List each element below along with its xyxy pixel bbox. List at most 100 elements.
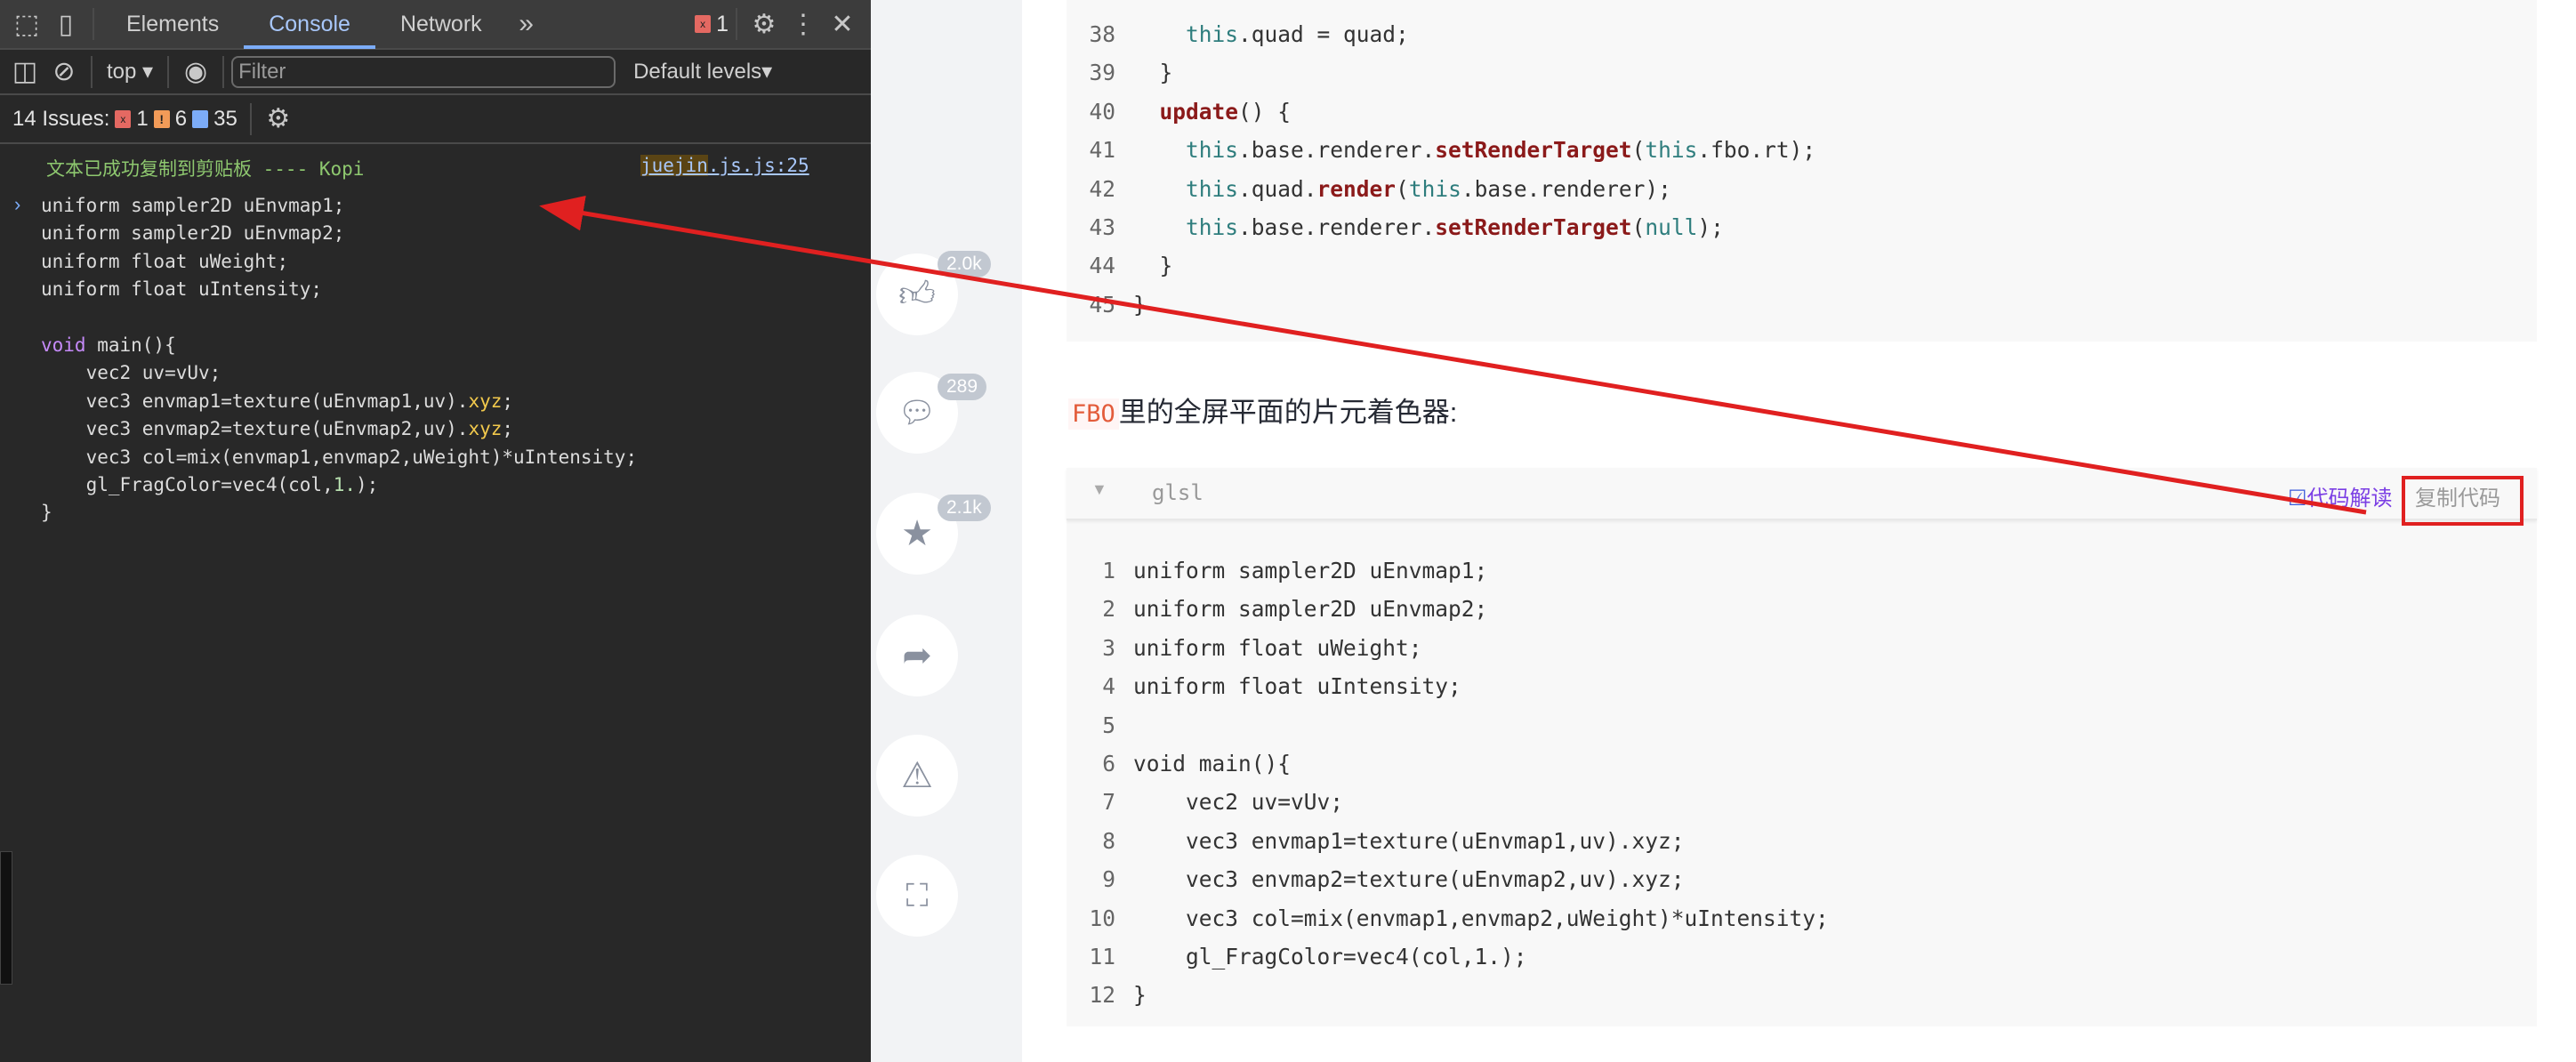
line-number: 3: [1102, 634, 1115, 661]
code-token: this: [1186, 175, 1239, 202]
code-token: xyz: [468, 390, 503, 412]
line-number: 41: [1089, 137, 1115, 164]
code-line: 10 vec3 col=mix(envmap1,envmap2,uWeight)…: [1067, 899, 1829, 937]
code-line: 8 vec3 envmap1=texture(uEnvmap1,uv).xyz;: [1067, 822, 1829, 860]
code-token: this: [1186, 21, 1239, 47]
code-line: 5: [1067, 706, 1829, 744]
inline-code: FBO: [1068, 398, 1119, 430]
device-toolbar-icon[interactable]: ▯: [46, 4, 85, 44]
inspect-element-icon[interactable]: ⬚: [7, 4, 46, 44]
line-code: }: [1133, 53, 1173, 92]
code-block: 38 this.quad = quad; 39 } 40 update() {41 …: [1067, 0, 2537, 342]
code-token: this: [1645, 137, 1698, 164]
devtools-panel: ⬚ ▯ Elements Console Network » x 1 ⚙ ⋮ ✕…: [0, 0, 871, 1062]
more-tabs-icon[interactable]: »: [507, 4, 546, 44]
source-highlight: juejin: [640, 155, 708, 176]
error-counter[interactable]: x 1: [695, 12, 729, 37]
section-heading: FBO 里的全屏平面的片元着色器:: [1068, 390, 1457, 430]
issues-settings-gear-icon[interactable]: ⚙: [259, 100, 298, 139]
console-message-source-link[interactable]: juejin.js.js:25: [640, 155, 809, 176]
code-token: update: [1159, 98, 1239, 125]
code-token: null: [1645, 213, 1698, 240]
thumbs-up-icon: 👍︎: [898, 275, 936, 314]
code-token: .base.renderer.: [1238, 213, 1436, 240]
code-lines: 1 uniform sampler2D uEnvmap1; 2 uniform sam…: [1067, 551, 1829, 1015]
share-button[interactable]: ➦: [876, 615, 958, 696]
close-icon[interactable]: ✕: [823, 4, 862, 44]
code-token: gl_FragColor=vec4(col,: [41, 473, 334, 495]
code-line: 6 void main(){: [1067, 744, 1829, 783]
line-code: uniform sampler2D uEnvmap1;: [1133, 551, 1487, 590]
code-line: 42 this.quad.render(this.base.renderer);: [1067, 170, 1815, 208]
line-number: 40: [1089, 98, 1115, 125]
code-token: vec3 col=mix(envmap1,envmap2,uWeight)*uI…: [1133, 905, 1829, 931]
heading-text: 里的全屏平面的片元着色器:: [1118, 397, 1458, 428]
line-code: this.base.renderer.setRenderTarget(this.…: [1133, 131, 1815, 169]
context-selector[interactable]: top ▾: [100, 59, 160, 84]
live-expression-eye-icon[interactable]: ◉: [176, 52, 215, 92]
collapse-caret-icon[interactable]: ▼: [1091, 480, 1107, 499]
code-token: vec3 envmap1=texture(uEnvmap1,uv).xyz;: [1133, 827, 1685, 854]
code-token: .quad.: [1238, 175, 1317, 202]
code-token: );: [356, 473, 379, 495]
code-token: setRenderTarget: [1435, 213, 1632, 240]
line-number: 45: [1089, 291, 1115, 318]
line-code: this.quad.render(this.base.renderer);: [1133, 170, 1671, 208]
console-output-line: uniform float uIntensity;: [0, 276, 871, 303]
code-token: void main(){: [1133, 750, 1292, 776]
tab-elements[interactable]: Elements: [101, 0, 244, 49]
console-output-line: }: [0, 499, 871, 527]
sidebar-toggle-icon[interactable]: ◫: [5, 52, 44, 92]
line-number: 6: [1102, 750, 1115, 776]
filter-input[interactable]: [231, 55, 616, 88]
code-token: this: [1186, 213, 1239, 240]
line-code: }: [1133, 246, 1173, 285]
code-line: 41 this.base.renderer.setRenderTarget(th…: [1067, 131, 1815, 169]
line-code: this.base.renderer.setRenderTarget(null)…: [1133, 208, 1724, 246]
code-token: vec3 envmap2=texture(uEnvmap2,uv).: [41, 418, 469, 440]
code-line: 45}: [1067, 286, 1815, 324]
window-edge: [0, 851, 12, 985]
code-language: glsl: [1152, 480, 1203, 505]
report-button[interactable]: ⚠: [876, 735, 958, 817]
explain-code-button[interactable]: ☑代码解读: [2288, 480, 2393, 511]
line-number: 43: [1089, 213, 1115, 240]
issues-bar[interactable]: 14 Issues: x1 ! 6 35 ⚙: [0, 95, 871, 144]
fullscreen-button[interactable]: ⛶: [876, 855, 958, 937]
line-number: 10: [1089, 905, 1115, 931]
console-output[interactable]: uniform sampler2D uEnvmap1; uniform sampl…: [0, 192, 871, 527]
code-token: gl_FragColor=vec4(col,1.);: [1133, 943, 1527, 969]
code-token: this: [1186, 137, 1239, 164]
line-number: 12: [1089, 982, 1115, 1009]
console-output-line: vec3 envmap2=texture(uEnvmap2,uv).xyz;: [0, 415, 871, 443]
fullscreen-icon: ⛶: [906, 876, 929, 913]
divider: [222, 55, 225, 88]
divider: [167, 55, 170, 88]
copy-code-button[interactable]: 复制代码: [2415, 480, 2500, 511]
code-token: .fbo.rt);: [1697, 137, 1816, 164]
line-number: 39: [1089, 60, 1115, 86]
devtools-tabbar: ⬚ ▯ Elements Console Network » x 1 ⚙ ⋮ ✕: [0, 0, 871, 50]
code-token: uniform float uWeight;: [41, 250, 289, 272]
context-value: top: [107, 60, 137, 84]
more-options-icon[interactable]: ⋮: [784, 4, 823, 44]
line-number: 5: [1102, 712, 1115, 738]
divider: [93, 8, 94, 40]
code-token: .base.renderer.: [1238, 137, 1436, 164]
tab-console[interactable]: Console: [244, 0, 375, 49]
issues-label: 14 Issues:: [12, 106, 110, 131]
divider: [249, 102, 252, 135]
like-count: 2.0k: [938, 251, 991, 278]
clear-console-icon[interactable]: ⊘: [44, 52, 84, 92]
line-code: uniform float uWeight;: [1133, 629, 1422, 667]
tab-network[interactable]: Network: [375, 0, 507, 49]
code-line: 43 this.base.renderer.setRenderTarget(nu…: [1067, 208, 1815, 246]
log-levels-dropdown[interactable]: Default levels▾: [633, 59, 772, 84]
line-code: update() {: [1133, 93, 1292, 131]
code-token: .base.renderer);: [1461, 175, 1671, 202]
info-icon: [192, 109, 209, 128]
settings-gear-icon[interactable]: ⚙: [745, 4, 784, 44]
line-code: vec3 envmap1=texture(uEnvmap1,uv).xyz;: [1133, 822, 1685, 860]
